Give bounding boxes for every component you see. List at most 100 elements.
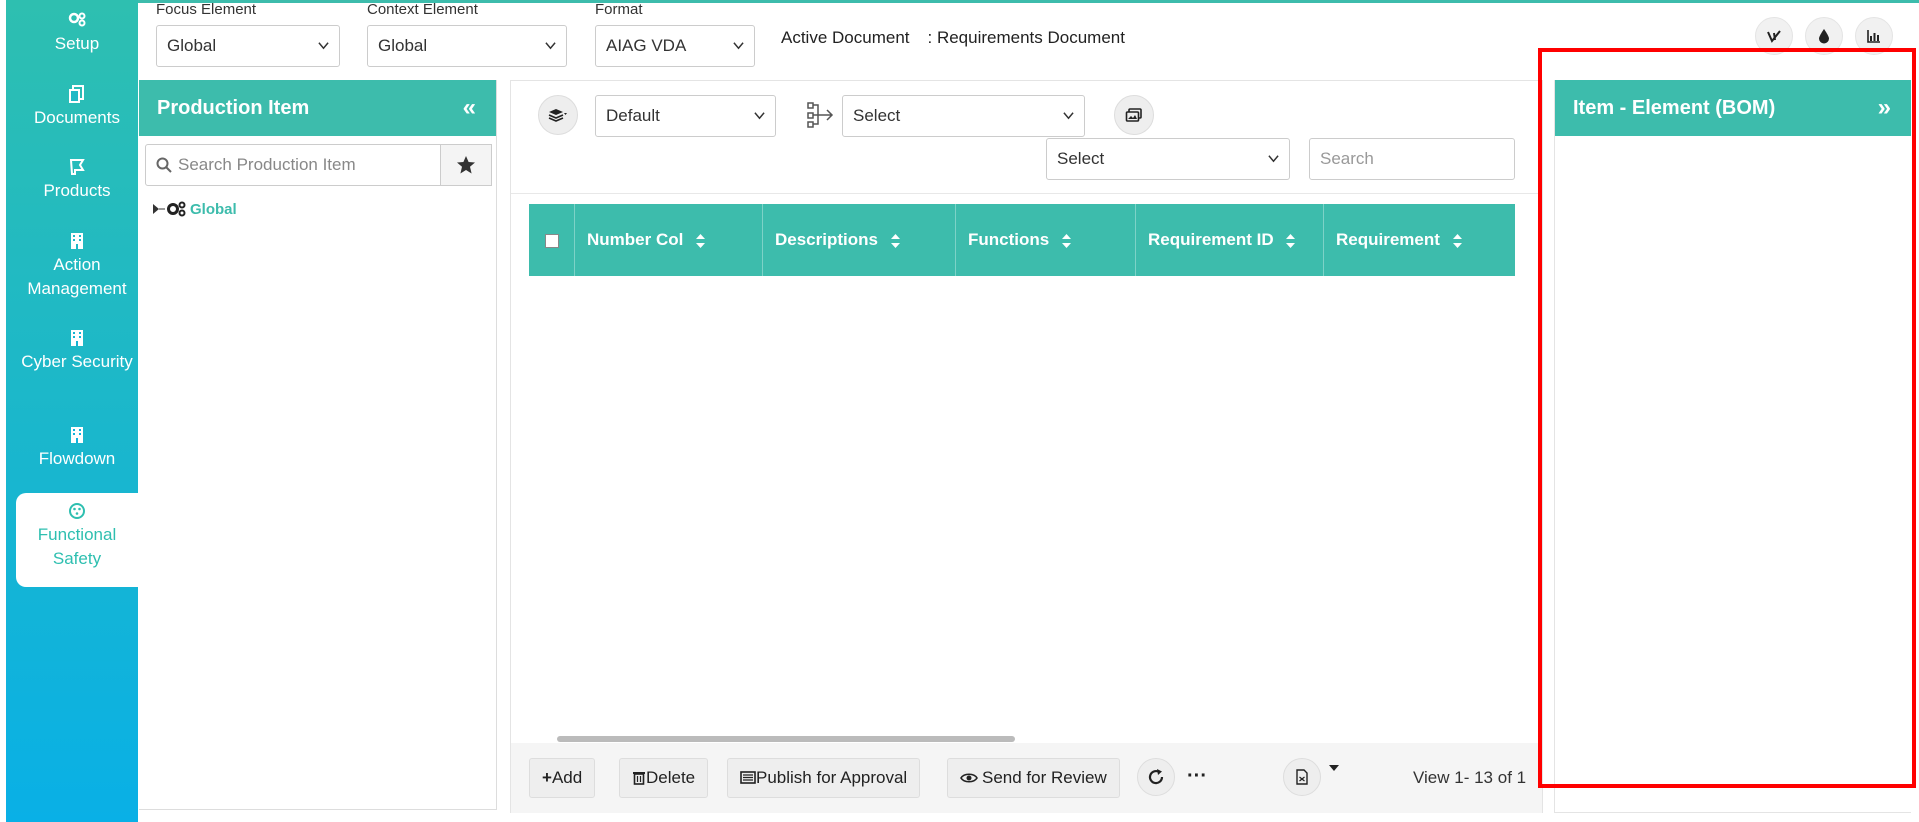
focus-element-value: Global <box>167 36 217 55</box>
favorite-button[interactable] <box>440 144 492 186</box>
more-options-icon[interactable]: ··· <box>1187 765 1207 788</box>
format-value: AIAG VDA <box>606 36 687 55</box>
bar-chart-icon <box>1867 30 1880 43</box>
sidebar-item-label: Products <box>43 181 111 200</box>
sort-icon <box>1452 233 1462 248</box>
column-header-label: Requirement ID <box>1148 230 1274 249</box>
sidebar-item-label: Functional Safety <box>37 525 117 568</box>
production-item-search-input[interactable]: Search Production Item <box>145 144 441 186</box>
chevron-down-icon <box>545 42 556 50</box>
add-button[interactable]: +Add <box>529 758 596 798</box>
format-field: Format AIAG VDA <box>595 3 755 67</box>
sidebar-item-setup[interactable]: Setup <box>16 10 138 56</box>
review-button-label: Send for Review <box>982 768 1107 787</box>
main-grid-panel: Default Select Select Search Number Col <box>510 80 1543 813</box>
send-for-review-button[interactable]: Send for Review <box>947 758 1120 798</box>
delete-button[interactable]: Delete <box>619 758 709 798</box>
sort-icon <box>1286 233 1296 248</box>
item-element-bom-panel: Item - Element (BOM) » <box>1554 80 1911 813</box>
format-select[interactable]: AIAG VDA <box>595 25 755 67</box>
building-icon <box>71 330 83 346</box>
expand-right-icon[interactable]: » <box>1878 80 1891 136</box>
top-bar: Focus Element Global Context Element Glo… <box>138 0 1919 72</box>
grid-footer: +Add Delete Publish for Approval Send fo… <box>511 743 1542 813</box>
layers-button[interactable] <box>538 95 578 135</box>
export-button[interactable] <box>1283 758 1321 796</box>
sidebar-item-label: Setup <box>54 34 100 53</box>
collapse-left-icon[interactable]: « <box>463 80 476 136</box>
sidebar-item-cyber-security[interactable]: Cyber Security <box>16 328 138 374</box>
filter-select-value: Select <box>1057 149 1105 168</box>
publish-for-approval-button[interactable]: Publish for Approval <box>727 758 921 798</box>
layers-icon <box>548 109 567 122</box>
add-button-label: Add <box>551 768 583 787</box>
expand-caret-icon[interactable] <box>151 201 165 217</box>
production-item-header: Production Item « <box>139 80 496 136</box>
list-icon <box>740 771 756 784</box>
sort-icon <box>1061 233 1071 248</box>
tree-node-label: Global <box>190 200 237 218</box>
column-header-number-col[interactable]: Number Col <box>575 204 763 276</box>
delete-button-label: Delete <box>646 768 696 787</box>
grid-search-placeholder: Search <box>1320 149 1374 168</box>
column-header-functions[interactable]: Functions <box>956 204 1136 276</box>
plus-icon: + <box>542 768 552 787</box>
products-icon <box>69 159 85 175</box>
gears-icon <box>68 12 86 27</box>
search-placeholder: Search Production Item <box>178 155 356 174</box>
images-icon <box>1125 108 1142 122</box>
sort-icon <box>890 233 900 248</box>
vimeo-button[interactable] <box>1755 17 1793 55</box>
chevron-down-icon <box>1268 155 1279 163</box>
tree-node-global[interactable]: Global <box>151 200 237 218</box>
active-document-label: Active Document <box>781 28 910 47</box>
chevron-down-icon <box>1063 112 1074 120</box>
column-header-requirement-id[interactable]: Requirement ID <box>1136 204 1324 276</box>
select-all-checkbox[interactable] <box>545 233 559 248</box>
star-icon <box>457 156 475 174</box>
flow-select[interactable]: Select <box>842 95 1085 137</box>
drop-button[interactable] <box>1805 17 1843 55</box>
hierarchy-icon <box>807 102 834 128</box>
focus-element-select[interactable]: Global <box>156 25 340 67</box>
context-element-field: Context Element Global <box>367 3 567 67</box>
refresh-button[interactable] <box>1137 758 1175 796</box>
safety-icon <box>69 503 85 519</box>
column-header-label: Descriptions <box>775 230 878 249</box>
sidebar-item-action-management[interactable]: Action Management <box>16 231 138 301</box>
chevron-down-icon <box>754 112 765 120</box>
view-select-value: Default <box>606 106 660 125</box>
horizontal-scrollbar[interactable] <box>557 736 1015 742</box>
production-item-title: Production Item <box>157 97 310 119</box>
publish-button-label: Publish for Approval <box>756 768 908 787</box>
sidebar-item-label: Action Management <box>27 255 127 298</box>
sidebar-item-documents[interactable]: Documents <box>16 84 138 130</box>
select-all-cell <box>529 204 575 276</box>
documents-icon <box>69 85 84 103</box>
app-root: Setup Documents Products Action Manageme… <box>0 0 1919 822</box>
production-item-panel: Production Item « Search Production Item… <box>139 80 497 810</box>
column-header-label: Functions <box>968 230 1050 249</box>
active-document-value: : Requirements Document <box>927 28 1125 47</box>
trash-icon <box>633 772 645 785</box>
view-select[interactable]: Default <box>595 95 776 137</box>
caret-down-icon[interactable] <box>1329 765 1339 772</box>
grid-search-input[interactable]: Search <box>1309 138 1515 180</box>
divider <box>511 193 1542 194</box>
chevron-down-icon <box>318 42 329 50</box>
context-element-value: Global <box>378 36 428 55</box>
column-header-requirement[interactable]: Requirement <box>1324 204 1515 276</box>
search-icon <box>156 157 172 173</box>
context-element-select[interactable]: Global <box>367 25 567 67</box>
sidebar-item-products[interactable]: Products <box>16 157 138 203</box>
sidebar-item-flowdown[interactable]: Flowdown <box>16 425 138 471</box>
chart-button[interactable] <box>1855 17 1893 55</box>
building-icon <box>71 233 83 249</box>
filter-select[interactable]: Select <box>1046 138 1290 180</box>
pagination-info: View 1- 13 of 1 <box>1413 768 1527 787</box>
gears-icon <box>167 201 186 217</box>
item-element-bom-header: Item - Element (BOM) » <box>1555 80 1911 136</box>
column-header-descriptions[interactable]: Descriptions <box>763 204 956 276</box>
sidebar-item-functional-safety[interactable]: Functional Safety <box>16 493 138 587</box>
gallery-button[interactable] <box>1114 95 1154 135</box>
